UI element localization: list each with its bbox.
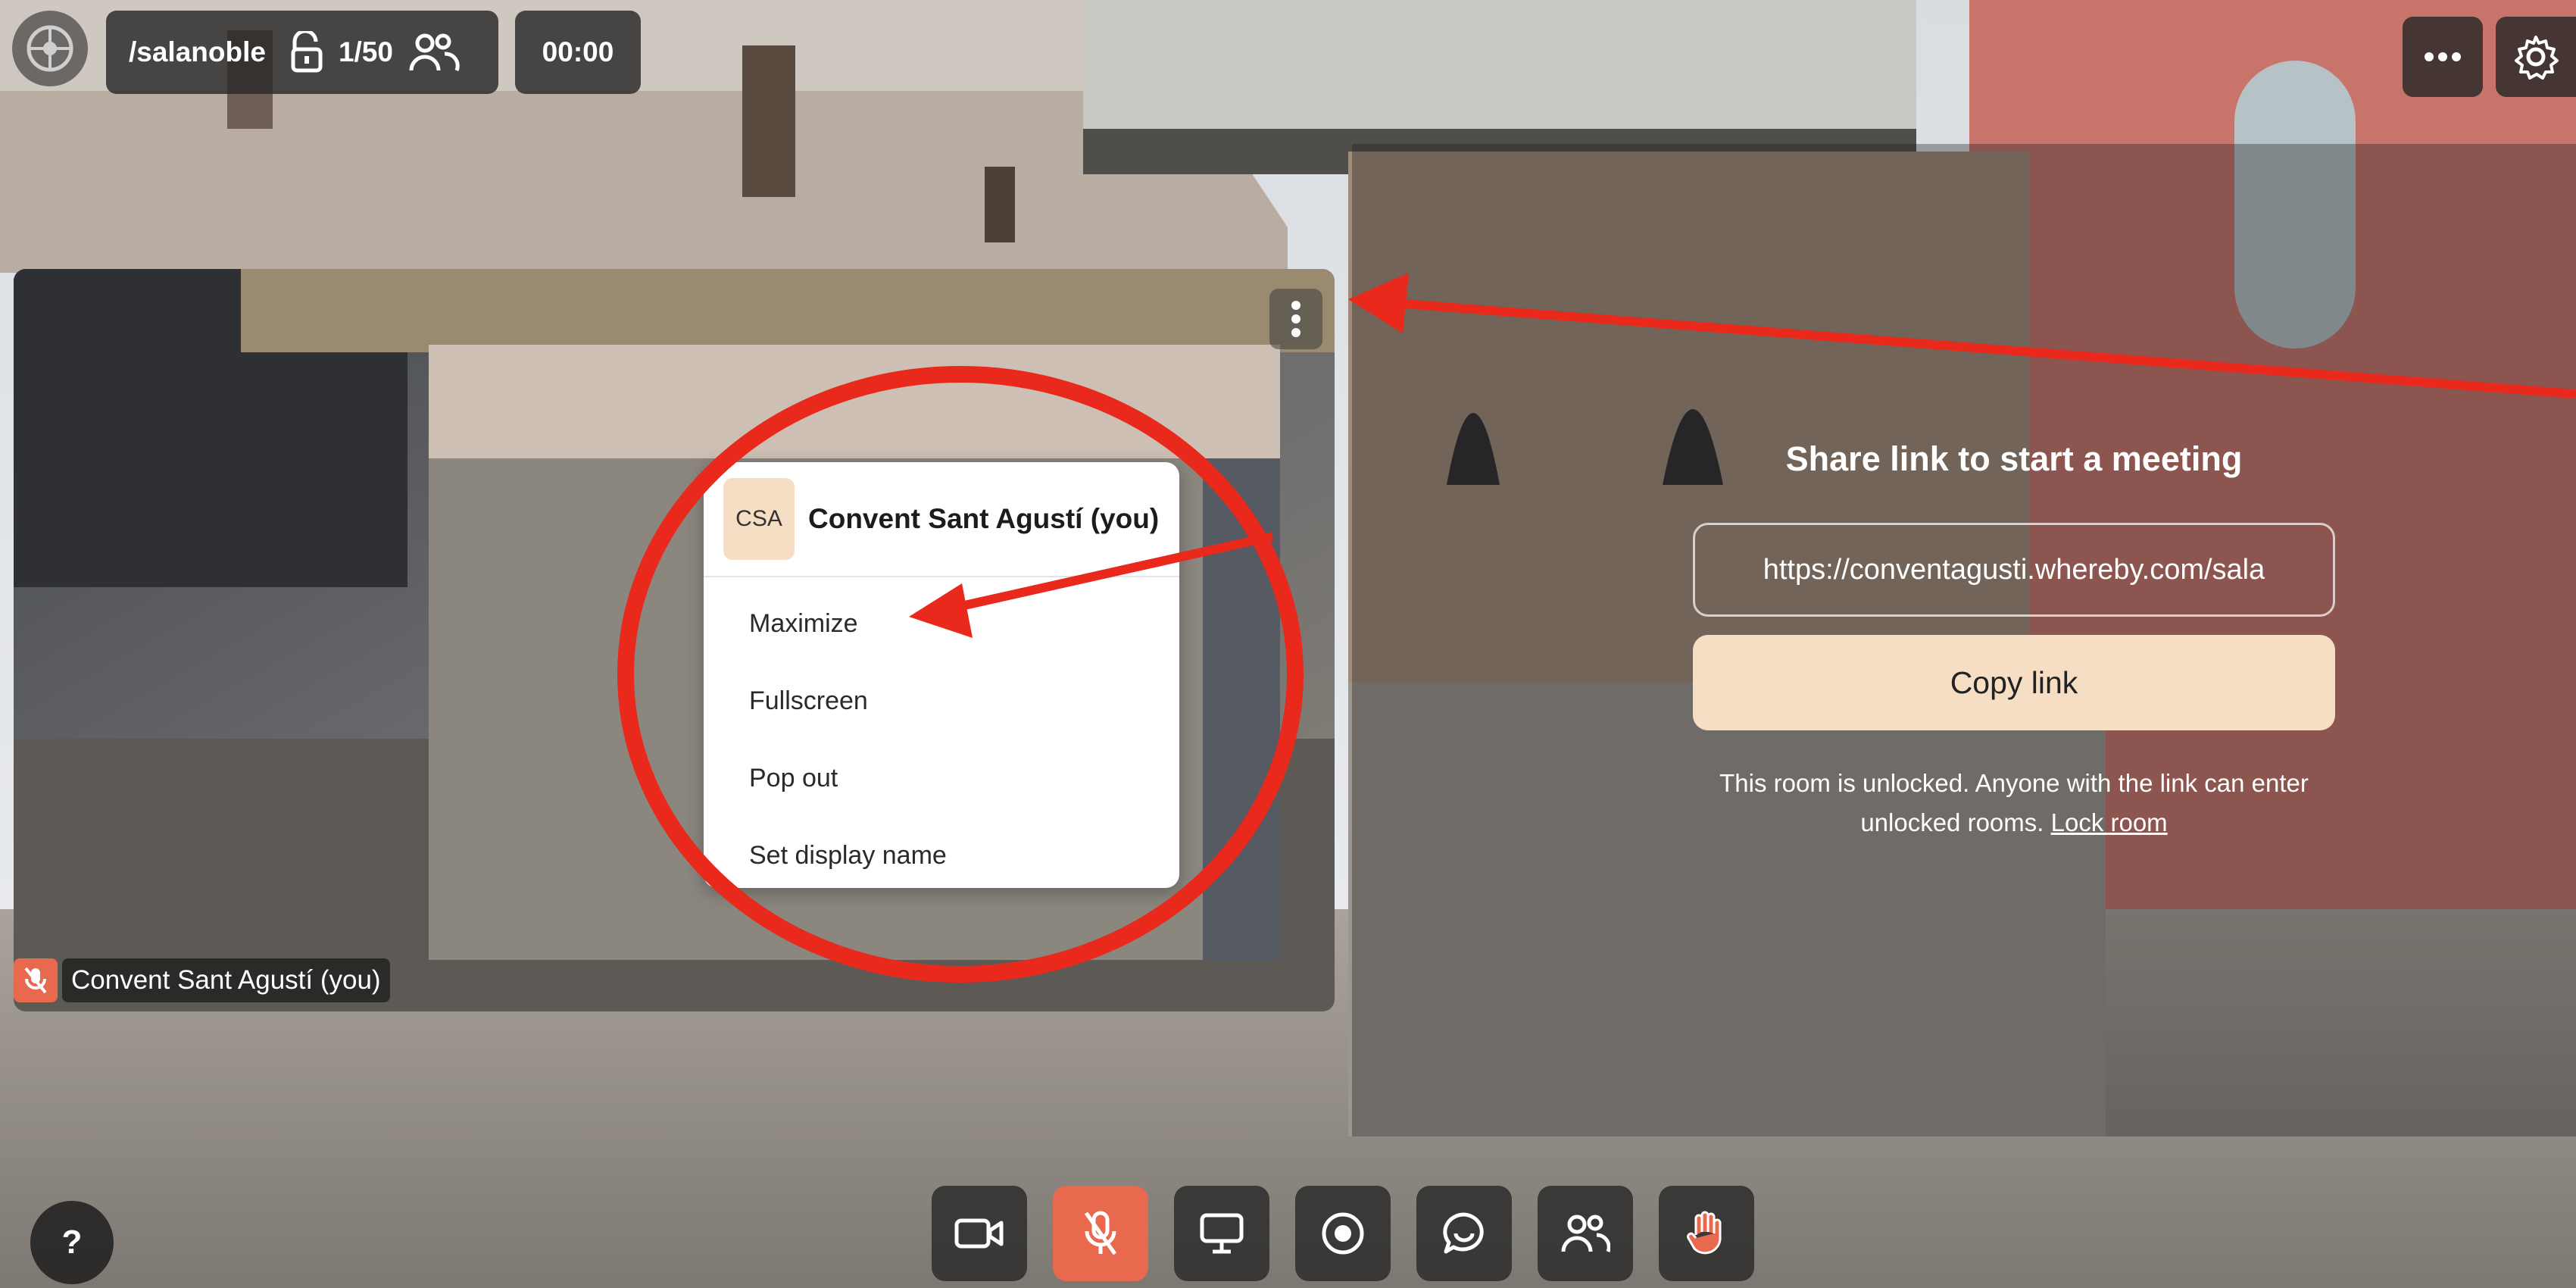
kebab-icon	[1291, 300, 1301, 338]
menu-item-pop-out[interactable]: Pop out	[704, 739, 1179, 817]
lock-room-link[interactable]: Lock room	[2051, 808, 2168, 836]
more-dots-icon	[2424, 52, 2462, 62]
self-name-tag: Convent Sant Agustí (you)	[14, 958, 390, 1002]
room-logo[interactable]	[12, 11, 88, 86]
menu-item-maximize[interactable]: Maximize	[704, 585, 1179, 662]
menu-item-label: Fullscreen	[749, 686, 868, 715]
mic-button[interactable]	[1053, 1186, 1148, 1281]
share-panel: Share link to start a meeting https://co…	[1352, 144, 2576, 1136]
unlock-icon	[287, 31, 326, 73]
emblem-icon	[23, 22, 76, 75]
share-link-input[interactable]: https://conventagusti.whereby.com/sala	[1693, 523, 2335, 617]
room-lock-text: This room is unlocked. Anyone with the l…	[1719, 769, 2309, 836]
menu-item-label: Maximize	[749, 608, 858, 638]
menu-item-set-display-name[interactable]: Set display name	[704, 817, 1179, 888]
mic-muted-icon	[1082, 1208, 1119, 1258]
menu-header: CSA Convent Sant Agustí (you)	[704, 462, 1179, 577]
help-button[interactable]: ?	[30, 1201, 114, 1284]
menu-item-label: Set display name	[749, 840, 947, 870]
people-icon	[407, 31, 460, 73]
more-button[interactable]	[2403, 17, 2483, 97]
screen-share-button[interactable]	[1174, 1186, 1269, 1281]
room-info-chip[interactable]: /salanoble 1/50	[106, 11, 498, 94]
record-icon	[1320, 1211, 1366, 1256]
people-button[interactable]	[1538, 1186, 1633, 1281]
copy-link-label: Copy link	[1950, 664, 2078, 700]
camera-button[interactable]	[932, 1186, 1027, 1281]
self-name-label: Convent Sant Agustí (you)	[62, 958, 390, 1002]
share-link-value: https://conventagusti.whereby.com/sala	[1763, 553, 2265, 586]
participant-context-menu: CSA Convent Sant Agustí (you) Maximize F…	[704, 462, 1179, 888]
room-lock-info: This room is unlocked. Anyone with the l…	[1693, 764, 2335, 843]
chat-button[interactable]	[1416, 1186, 1512, 1281]
record-button[interactable]	[1295, 1186, 1391, 1281]
meeting-timer: 00:00	[515, 11, 641, 94]
mic-muted-badge	[14, 958, 58, 1002]
people-icon	[1560, 1212, 1610, 1255]
chat-icon	[1441, 1211, 1487, 1256]
help-label: ?	[61, 1224, 83, 1261]
screen-share-icon	[1199, 1212, 1244, 1255]
tile-menu-button[interactable]	[1269, 289, 1322, 349]
menu-user-name: Convent Sant Agustí (you)	[808, 503, 1160, 534]
share-title: Share link to start a meeting	[1785, 439, 2243, 478]
avatar: CSA	[723, 478, 795, 560]
participant-count: 1/50	[338, 36, 393, 67]
raise-hand-icon	[1684, 1209, 1729, 1258]
gear-icon	[2513, 34, 2559, 80]
menu-item-label: Pop out	[749, 763, 838, 792]
raise-hand-button[interactable]	[1659, 1186, 1754, 1281]
room-name: /salanoble	[129, 36, 266, 67]
avatar-initials: CSA	[735, 506, 782, 531]
camera-icon	[954, 1217, 1004, 1250]
settings-button[interactable]	[2496, 17, 2576, 97]
copy-link-button[interactable]: Copy link	[1693, 635, 2335, 730]
timer-text: 00:00	[542, 36, 614, 67]
menu-item-fullscreen[interactable]: Fullscreen	[704, 662, 1179, 739]
